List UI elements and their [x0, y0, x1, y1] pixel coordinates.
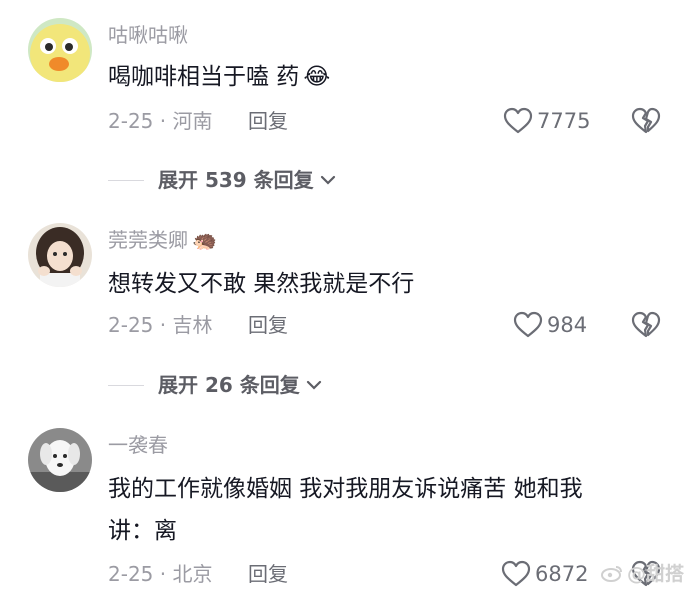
expand-replies-button[interactable]: 展开 539 条回复 — [108, 168, 338, 192]
like-count: 6872 — [535, 562, 589, 586]
chevron-down-icon — [306, 380, 321, 390]
hedgehog-emoji-icon: 🦔 — [192, 228, 217, 252]
comment-text: 想转发又不敢 果然我就是不行 — [108, 271, 415, 297]
divider-line — [108, 179, 144, 181]
comment-item: 莞莞类卿 🦔 想转发又不敢 果然我就是不行 2-25 · 吉林 回复 984 — [0, 205, 690, 355]
avatar[interactable] — [28, 428, 92, 492]
laughing-emoji-icon: 😂 — [303, 64, 331, 90]
comment-date-location: 2-25 · 北京 — [108, 562, 213, 586]
expand-replies-label: 展开 26 条回复 — [158, 373, 300, 397]
broken-heart-icon — [631, 311, 661, 338]
username-text: 咕啾咕啾 — [108, 23, 188, 47]
watermark-text: @甜搭 — [626, 563, 684, 585]
comment-date-location: 2-25 · 吉林 — [108, 313, 213, 337]
reply-button[interactable]: 回复 — [248, 562, 288, 586]
comment-text-body: 喝咖啡相当于嗑 药 — [108, 64, 300, 90]
username[interactable]: 咕啾咕啾 — [108, 23, 188, 47]
heart-icon — [513, 311, 543, 338]
username[interactable]: 莞莞类卿 🦔 — [108, 228, 217, 252]
chevron-down-icon — [320, 175, 335, 185]
username-text: 莞莞类卿 — [108, 228, 188, 252]
username[interactable]: 一袭春 — [108, 433, 168, 457]
comment-item: 咕啾咕啾 喝咖啡相当于嗑 药 😂 2-25 · 河南 回复 7775 — [0, 0, 690, 150]
reply-button[interactable]: 回复 — [248, 109, 288, 133]
expand-replies-button[interactable]: 展开 26 条回复 — [108, 373, 324, 397]
like-button[interactable]: 6872 — [501, 560, 588, 588]
broken-heart-icon — [631, 107, 661, 134]
comment-item: 一袭春 我的工作就像婚姻 我对我朋友诉说痛苦 她和我 讲：离 2-25 · 北京… — [0, 410, 690, 596]
weibo-logo-icon — [600, 565, 622, 582]
reply-button[interactable]: 回复 — [248, 313, 288, 337]
comment-text: 我的工作就像婚姻 我对我朋友诉说痛苦 她和我 讲：离 — [108, 468, 668, 552]
username-text: 一袭春 — [108, 433, 168, 457]
expand-replies-label: 展开 539 条回复 — [158, 168, 314, 192]
dislike-button[interactable] — [631, 311, 661, 343]
watermark: @甜搭 — [600, 559, 684, 586]
like-count: 984 — [547, 313, 588, 337]
comment-text-line: 讲：离 — [108, 518, 177, 544]
like-count: 7775 — [537, 109, 591, 133]
heart-icon — [501, 560, 531, 587]
comment-date-location: 2-25 · 河南 — [108, 109, 213, 133]
heart-icon — [503, 107, 533, 134]
comment-text: 喝咖啡相当于嗑 药 😂 — [108, 56, 668, 98]
avatar[interactable] — [28, 18, 92, 82]
divider-line — [108, 384, 144, 386]
avatar[interactable] — [28, 223, 92, 287]
like-button[interactable]: 7775 — [503, 107, 590, 135]
like-button[interactable]: 984 — [513, 311, 587, 339]
comment-text-line: 我的工作就像婚姻 我对我朋友诉说痛苦 她和我 — [108, 476, 583, 502]
dislike-button[interactable] — [631, 107, 661, 139]
